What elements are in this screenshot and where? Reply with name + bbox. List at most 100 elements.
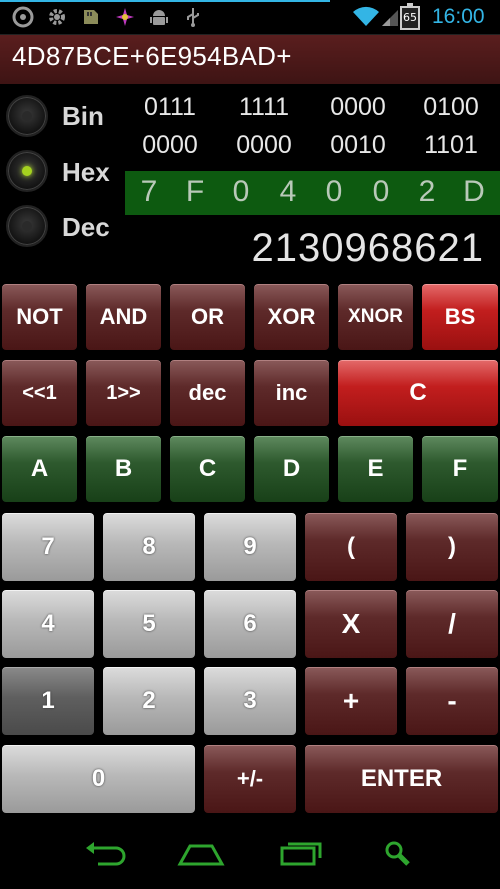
clear-button[interactable]: C (337, 359, 499, 427)
key-label: D (282, 455, 301, 482)
decrement-button[interactable]: dec (169, 359, 246, 427)
binary-nibble: 0000 (236, 131, 292, 159)
binary-nibble: 0000 (142, 131, 198, 159)
digit-7-button[interactable]: 7 (1, 512, 95, 582)
close-paren-button[interactable]: ) (405, 512, 499, 582)
radio-hex[interactable] (6, 150, 48, 192)
digit-6-button[interactable]: 6 (203, 589, 297, 659)
home-icon[interactable] (176, 838, 226, 868)
navigation-bar (0, 818, 500, 889)
digit-0-button[interactable]: 0 (1, 744, 196, 814)
key-label: 2 (142, 687, 156, 714)
backspace-button[interactable]: BS (421, 283, 499, 351)
key-label: XOR (267, 304, 316, 329)
key-label: - (447, 685, 457, 716)
hex-digit: 2 (418, 175, 436, 208)
negate-button[interactable]: +/- (203, 744, 297, 814)
key-label: inc (275, 380, 308, 405)
binary-nibble: 0010 (330, 131, 386, 159)
open-paren-button[interactable]: ( (304, 512, 398, 582)
key-label: 4 (41, 610, 55, 637)
key-label: ENTER (360, 765, 443, 792)
search-icon[interactable] (378, 838, 428, 868)
key-label: AND (99, 304, 148, 329)
key-label: / (448, 608, 456, 639)
binary-nibble: 0111 (144, 93, 196, 121)
hex-c-button[interactable]: C (169, 435, 246, 503)
hex-e-button[interactable]: E (337, 435, 414, 503)
key-label: 7 (41, 533, 55, 560)
divide-button[interactable]: / (405, 589, 499, 659)
digit-9-button[interactable]: 9 (203, 512, 297, 582)
hex-digit: D (463, 175, 485, 208)
key-label: NOT (16, 304, 63, 329)
hex-display: 7 F 0 4 0 0 2 D (125, 171, 500, 215)
xor-button[interactable]: XOR (253, 283, 330, 351)
battery-icon: 65 (400, 3, 420, 30)
hex-d-button[interactable]: D (253, 435, 330, 503)
key-label: C (409, 379, 427, 406)
sd-card-icon (80, 6, 102, 28)
radio-bin[interactable] (6, 95, 48, 137)
radio-dot (22, 221, 32, 231)
key-label: 6 (243, 610, 257, 637)
digit-8-button[interactable]: 8 (102, 512, 196, 582)
recent-apps-icon[interactable] (276, 838, 326, 868)
hex-a-button[interactable]: A (1, 435, 78, 503)
wifi-icon (352, 6, 380, 28)
hex-f-button[interactable]: F (421, 435, 499, 503)
hex-digit: 7 (140, 175, 158, 208)
radio-dot (22, 166, 32, 176)
binary-nibble: 1101 (424, 131, 478, 159)
hex-b-button[interactable]: B (85, 435, 162, 503)
status-clock: 16:00 (432, 5, 485, 28)
hex-digit: 0 (232, 175, 250, 208)
key-label: 1>> (106, 381, 141, 404)
expression-bar: 4D87BCE+6E954BAD+ (0, 34, 500, 84)
key-label: <<1 (22, 381, 57, 404)
binary-nibble: 1111 (238, 93, 290, 121)
digit-3-button[interactable]: 3 (203, 666, 297, 736)
usb-icon (182, 6, 204, 28)
signal-icon (380, 6, 400, 28)
key-label: F (452, 455, 468, 482)
decimal-value: 2130968621 (251, 226, 484, 270)
radio-dec-label[interactable]: Dec (62, 212, 110, 243)
key-label: dec (188, 380, 227, 405)
increment-button[interactable]: inc (253, 359, 330, 427)
key-label: X (341, 608, 361, 639)
back-icon[interactable] (80, 838, 130, 868)
minus-button[interactable]: - (405, 666, 499, 736)
expression-text: 4D87BCE+6E954BAD+ (12, 41, 292, 71)
or-button[interactable]: OR (169, 283, 246, 351)
shift-right-button[interactable]: 1>> (85, 359, 162, 427)
xnor-button[interactable]: XNOR (337, 283, 414, 351)
plus-button[interactable]: + (304, 666, 398, 736)
hex-digit: F (185, 175, 205, 208)
key-label: 3 (243, 687, 257, 714)
pinwheel-icon (114, 6, 136, 28)
radio-dec[interactable] (6, 205, 48, 247)
android-icon (148, 6, 170, 28)
not-button[interactable]: NOT (1, 283, 78, 351)
shift-left-button[interactable]: <<1 (1, 359, 78, 427)
binary-nibble: 0000 (330, 93, 386, 121)
key-label: B (114, 455, 133, 482)
status-accent-line (0, 0, 330, 2)
key-label: C (198, 455, 217, 482)
radio-hex-label[interactable]: Hex (62, 157, 110, 188)
multiply-button[interactable]: X (304, 589, 398, 659)
digit-2-button[interactable]: 2 (102, 666, 196, 736)
and-button[interactable]: AND (85, 283, 162, 351)
hex-digit: 0 (325, 175, 343, 208)
key-label: A (30, 455, 49, 482)
radio-bin-label[interactable]: Bin (62, 101, 104, 132)
hex-digit: 0 (372, 175, 390, 208)
key-label: + (342, 685, 360, 716)
digit-1-button[interactable]: 1 (1, 666, 95, 736)
key-label: ( (347, 533, 355, 560)
binary-nibble: 0100 (423, 93, 479, 121)
enter-button[interactable]: ENTER (304, 744, 499, 814)
digit-5-button[interactable]: 5 (102, 589, 196, 659)
digit-4-button[interactable]: 4 (1, 589, 95, 659)
